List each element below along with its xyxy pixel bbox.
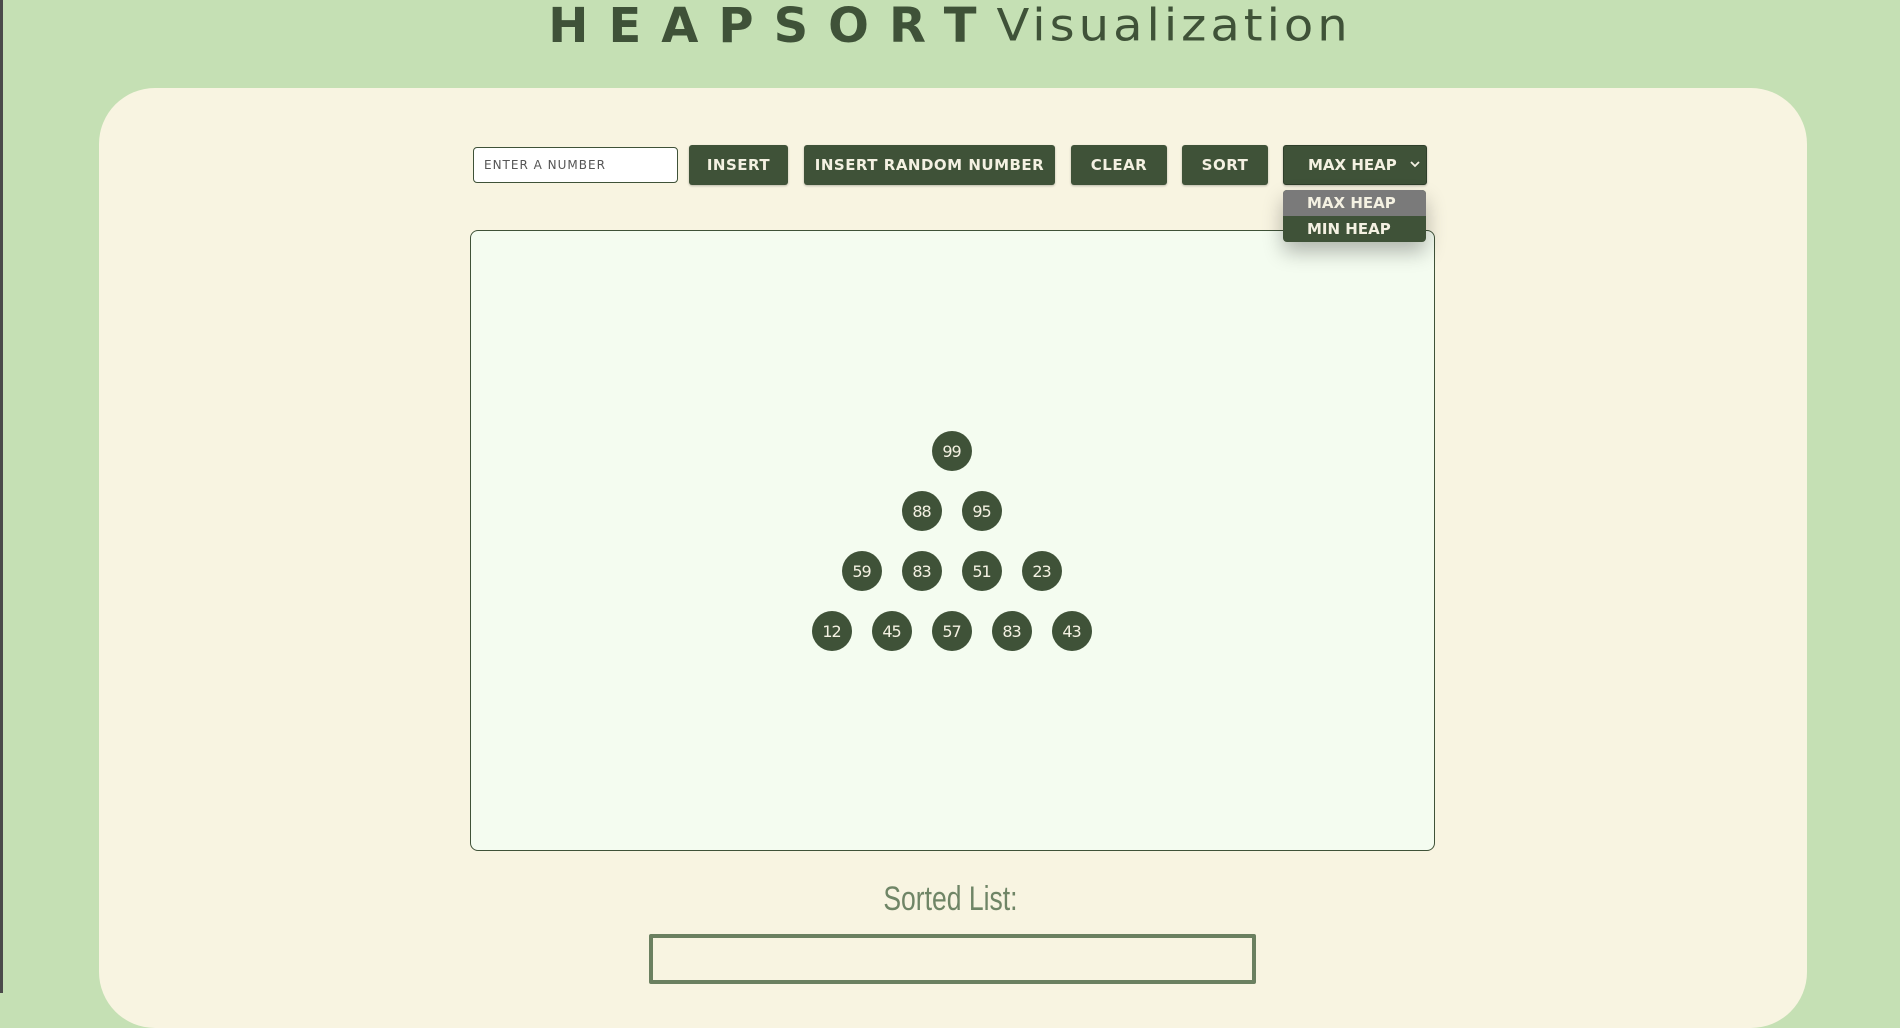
sorted-list-box (649, 934, 1256, 984)
heap-type-dropdown: MAX HEAP MIN HEAP (1283, 190, 1426, 242)
page-title: HEAPSORTVisualization (0, 0, 1900, 60)
heap-canvas: 99 88 95 59 83 51 23 12 45 57 83 43 (470, 230, 1435, 851)
heap-type-select[interactable]: MAX HEAP (1283, 145, 1427, 185)
number-input[interactable] (473, 147, 678, 183)
dropdown-option-max-heap[interactable]: MAX HEAP (1283, 190, 1426, 216)
heap-node: 45 (871, 611, 912, 651)
heap-node: 95 (961, 491, 1002, 531)
heap-node: 59 (841, 551, 882, 591)
heap-node: 57 (931, 611, 972, 651)
chevron-down-icon (1410, 158, 1420, 172)
insert-button[interactable]: INSERT (689, 145, 788, 185)
title-heapsort: HEAPSORT (548, 0, 997, 54)
heap-node: 88 (901, 491, 942, 531)
heap-node: 12 (811, 611, 852, 651)
title-visualization: Visualization (996, 0, 1352, 52)
heap-node: 83 (901, 551, 942, 591)
clear-button[interactable]: CLEAR (1071, 145, 1167, 185)
sorted-list-title: Sorted List: (883, 880, 1018, 918)
heap-type-selected-label: MAX HEAP (1308, 156, 1397, 174)
insert-random-button[interactable]: INSERT RANDOM NUMBER (804, 145, 1055, 185)
heap-node: 51 (961, 551, 1002, 591)
sort-button[interactable]: SORT (1182, 145, 1268, 185)
controls-bar: INSERT INSERT RANDOM NUMBER CLEAR SORT M… (0, 145, 1900, 185)
heap-node: 23 (1021, 551, 1062, 591)
heap-node: 83 (991, 611, 1032, 651)
dropdown-option-min-heap[interactable]: MIN HEAP (1283, 216, 1426, 242)
heap-node: 43 (1051, 611, 1092, 651)
heap-node: 99 (931, 431, 972, 471)
